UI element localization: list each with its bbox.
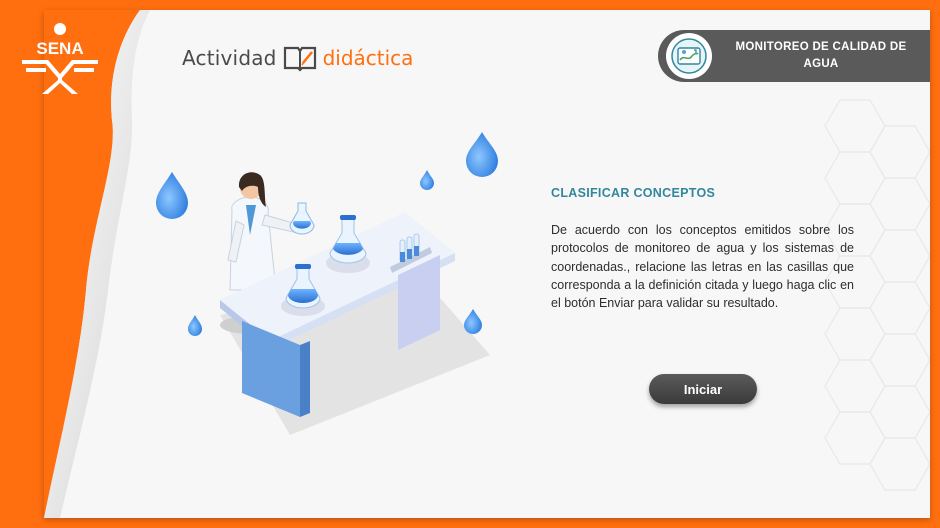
book-icon [283,46,316,72]
topic-badge: MONITOREO DE CALIDAD DE AGUA [658,30,930,82]
scientist-lab-icon [156,132,498,435]
topic-icon-frame [666,33,712,79]
section-title: CLASIFICAR CONCEPTOS [551,186,716,200]
water-monitoring-icon [671,38,707,74]
sena-logo: SENA [22,23,98,94]
activity-logo: Actividad didáctica [182,42,413,74]
svg-text:SENA: SENA [36,39,83,58]
start-button[interactable]: Iniciar [649,374,757,404]
activity-screen: SENA Actividad didáctica MONITOREO DE CA… [0,0,940,528]
instructions-text: De acuerdo con los conceptos emitidos so… [551,223,854,311]
activity-logo-word2: didáctica [322,46,414,70]
activity-logo-word1: Actividad [182,46,277,70]
topic-title: MONITOREO DE CALIDAD DE AGUA [735,41,907,70]
